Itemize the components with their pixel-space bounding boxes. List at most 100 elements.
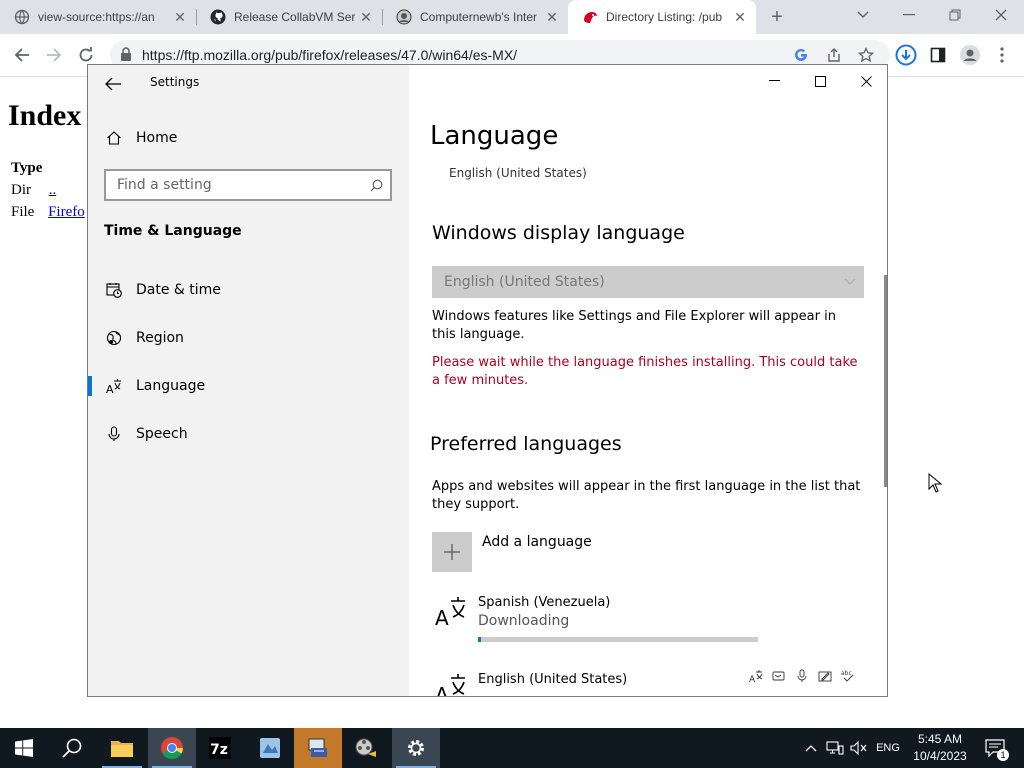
google-lens-icon[interactable]	[794, 48, 808, 62]
chrome-icon	[161, 737, 183, 759]
back-arrow-icon[interactable]	[102, 73, 124, 95]
tab-collabvm[interactable]: Release CollabVM Ser ✕	[196, 0, 382, 34]
download-progress-bar	[478, 637, 758, 642]
nav-item-date-time[interactable]: Date & time	[88, 270, 409, 310]
tab-close-icon[interactable]: ✕	[358, 9, 374, 26]
new-tab-button[interactable]: +	[766, 6, 788, 28]
chevron-up-icon	[805, 745, 817, 752]
add-language-label[interactable]: Add a language	[482, 534, 592, 550]
volume-tray-button[interactable]	[848, 728, 870, 768]
mozilla-icon	[584, 12, 597, 23]
speech-recognition-icon	[793, 667, 810, 684]
app-button-installer[interactable]	[294, 728, 342, 768]
volume-muted-icon	[850, 740, 867, 756]
minimize-button[interactable]	[886, 0, 932, 30]
window-maximize-button[interactable]	[797, 65, 843, 97]
start-button[interactable]	[0, 728, 48, 768]
preferred-languages-heading: Preferred languages	[430, 433, 622, 455]
settings-nav-pane: Settings Home Find a setting Time & Lang…	[88, 65, 409, 696]
install-warning: Please wait while the language finishes …	[432, 355, 858, 388]
globe-region-icon	[105, 329, 123, 347]
network-icon	[826, 741, 844, 755]
settings-window: Settings Home Find a setting Time & Lang…	[87, 64, 888, 697]
nav-home[interactable]: Home	[88, 118, 409, 158]
home-icon	[105, 129, 123, 147]
app-button-media[interactable]	[342, 728, 390, 768]
language-icon: A	[105, 377, 123, 395]
file-link[interactable]: Firefo	[48, 204, 85, 220]
language-status: Downloading	[478, 613, 570, 629]
close-button[interactable]	[978, 0, 1024, 30]
language-icon: A	[435, 597, 465, 627]
language-name: Spanish (Venezuela)	[478, 595, 611, 610]
svg-text:A: A	[749, 675, 756, 683]
preferred-languages-description: Apps and websites will appear in the fir…	[432, 479, 861, 512]
nav-item-language[interactable]: A Language	[88, 366, 409, 406]
chrome-button[interactable]	[148, 728, 196, 768]
tab-view-source[interactable]: view-source:https://an ✕	[0, 0, 196, 34]
language-name: English (United States)	[478, 672, 628, 687]
display-language-feature-icon: A	[747, 667, 764, 684]
gear-icon	[408, 740, 424, 756]
display-language-dropdown[interactable]: English (United States)	[432, 266, 864, 298]
tab-close-icon[interactable]: ✕	[172, 9, 188, 26]
nav-item-label: Language	[136, 378, 206, 394]
mouse-cursor-icon	[928, 473, 942, 493]
file-explorer-button[interactable]	[98, 728, 146, 768]
tab-title: Release CollabVM Ser	[234, 10, 356, 24]
find-setting-input[interactable]: Find a setting	[104, 169, 392, 201]
taskbar-clock[interactable]: 5:45 AM 10/4/2023	[906, 731, 974, 765]
nav-item-region[interactable]: Region	[88, 318, 409, 358]
restore-button[interactable]	[932, 0, 978, 30]
listing-row: File Firefo	[11, 204, 85, 221]
input-language-indicator[interactable]: ENG	[872, 728, 904, 768]
tab-close-icon[interactable]: ✕	[544, 9, 560, 26]
7zip-button[interactable]: 7z	[196, 728, 244, 768]
tab-close-icon[interactable]: ✕	[732, 9, 748, 26]
side-panel-icon[interactable]	[926, 43, 950, 67]
back-button[interactable]	[10, 43, 34, 67]
row-type: Dir	[11, 182, 31, 198]
downloads-button[interactable]	[894, 43, 918, 67]
url-text: https://ftp.mozilla.org/pub/firefox/rele…	[142, 47, 518, 63]
tab-search-icon[interactable]	[840, 0, 886, 30]
nav-item-label: Date & time	[136, 282, 221, 298]
search-icon	[62, 738, 82, 758]
add-language-button[interactable]	[432, 532, 472, 572]
settings-taskbar-button[interactable]	[392, 728, 440, 768]
app-button-network[interactable]	[246, 728, 294, 768]
window-minimize-button[interactable]	[751, 65, 797, 97]
tab-computernewb[interactable]: Computernewb's Inter ✕	[382, 0, 568, 34]
handwriting-icon	[816, 667, 833, 684]
menu-kebab-icon[interactable]	[990, 43, 1014, 67]
tab-title: Directory Listing: /pub	[606, 10, 723, 24]
profile-avatar[interactable]	[958, 43, 982, 67]
search-button[interactable]	[48, 728, 96, 768]
nav-item-label: Speech	[136, 426, 188, 442]
notification-count-badge: 1	[997, 749, 1009, 761]
computernewb-icon	[396, 9, 412, 25]
nav-item-speech[interactable]: Speech	[88, 414, 409, 454]
network-tray-button[interactable]	[824, 728, 846, 768]
parent-dir-link[interactable]: ..	[49, 182, 57, 198]
search-icon	[370, 179, 383, 192]
svg-text:A: A	[435, 683, 449, 697]
calendar-clock-icon	[105, 281, 123, 299]
forward-button[interactable]	[42, 43, 66, 67]
network-app-icon	[260, 738, 280, 758]
column-header-type: Type	[11, 160, 43, 176]
display-language-description: Windows features like Settings and File …	[432, 309, 836, 342]
page-heading: Index	[8, 99, 82, 132]
taskbar: 7z ENG 5:45 AM 10/4/2023 1	[0, 728, 1024, 768]
microphone-icon	[105, 425, 123, 443]
show-hidden-icons-button[interactable]	[800, 728, 822, 768]
bookmark-star-icon[interactable]	[858, 47, 874, 63]
folder-icon	[111, 741, 133, 757]
share-icon[interactable]	[826, 47, 842, 63]
tab-directory-listing[interactable]: Directory Listing: /pub ✕	[568, 0, 756, 34]
content-scrollbar[interactable]	[884, 275, 887, 487]
page-title: Language	[430, 121, 559, 151]
window-close-button[interactable]	[843, 65, 887, 97]
nav-home-label: Home	[136, 130, 178, 146]
action-center-button[interactable]: 1	[980, 728, 1010, 768]
